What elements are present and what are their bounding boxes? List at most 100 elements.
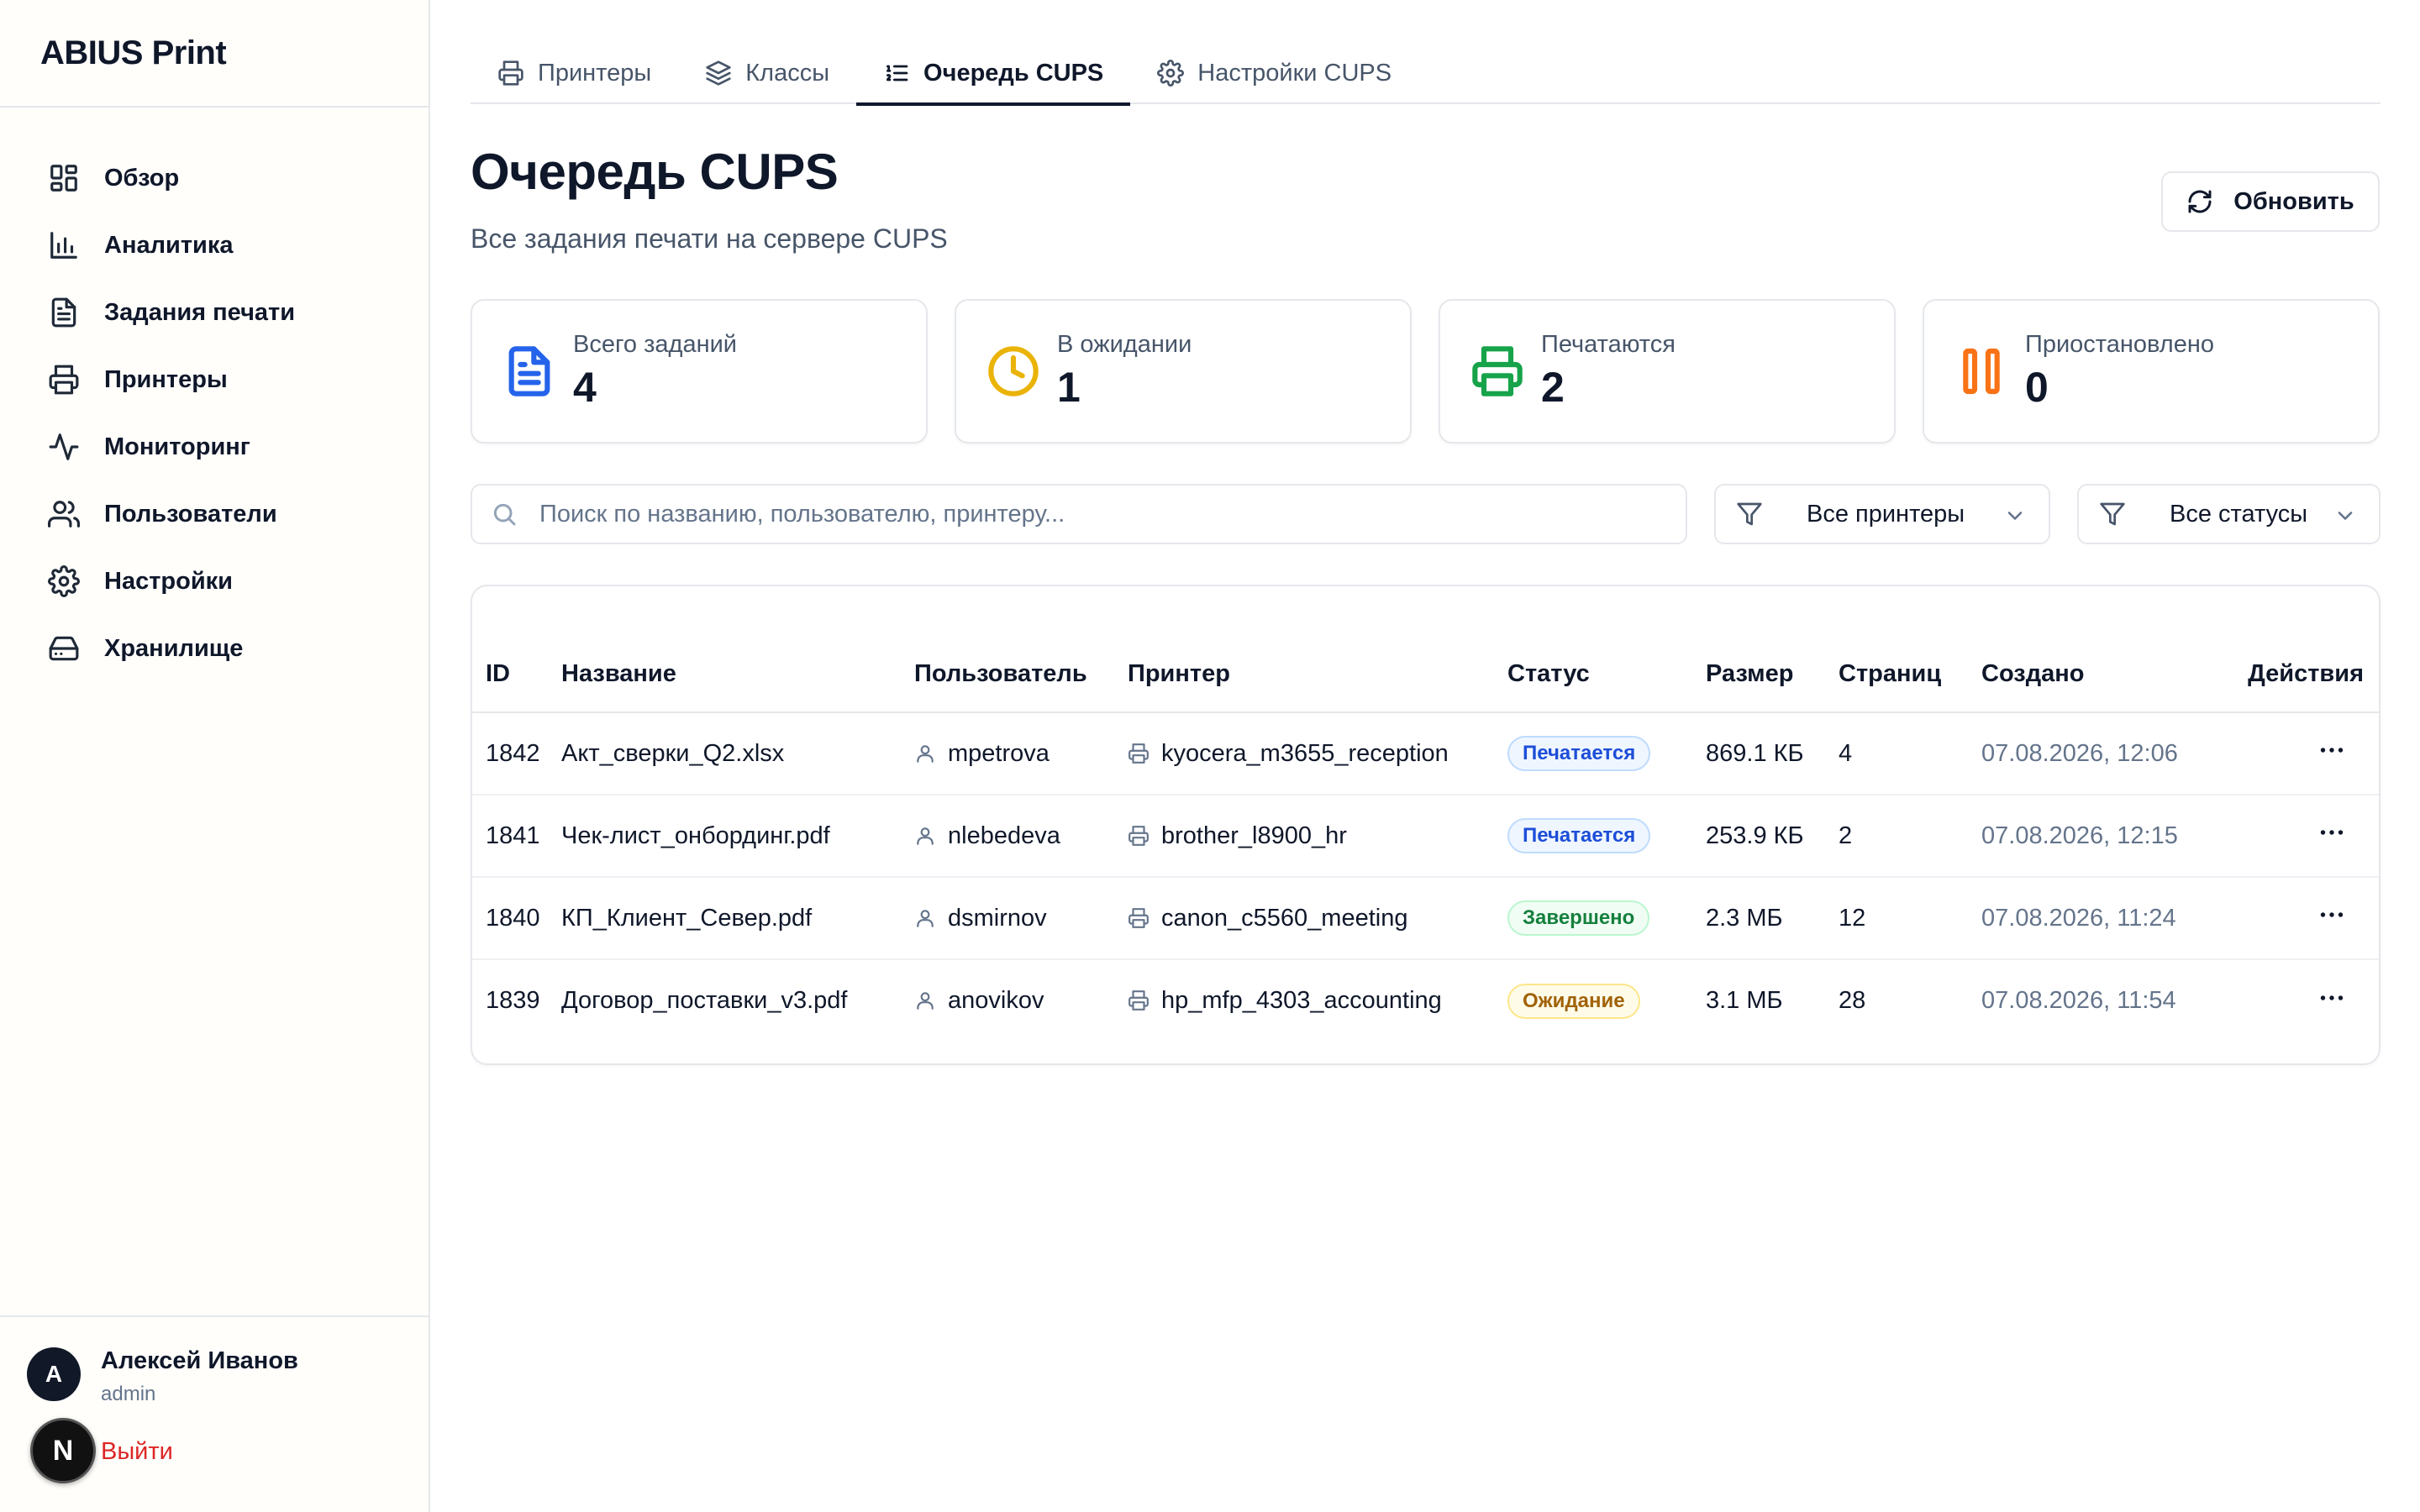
printer-icon <box>47 363 81 396</box>
job-size: 869.1 КБ <box>1706 712 1839 795</box>
tab-classes[interactable]: Классы <box>678 42 856 104</box>
tab-cups-settings[interactable]: Настройки CUPS <box>1130 42 1418 104</box>
printer-icon <box>1128 990 1150 1011</box>
job-created: 07.08.2026, 11:54 <box>1981 987 2176 1014</box>
column-header-name[interactable]: Название <box>561 637 914 713</box>
sidebar-item-label: Задания печати <box>104 298 296 326</box>
job-printer-name: brother_l8900_hr <box>1161 822 1347 849</box>
job-printer-name: canon_c5560_meeting <box>1161 904 1408 932</box>
chevron-down-icon <box>2003 504 2027 528</box>
sidebar-item-overview[interactable]: Обзор <box>0 144 429 212</box>
status-badge: Печатается <box>1507 818 1651 853</box>
table-row[interactable]: 1842 Акт_сверки_Q2.xlsx mpetrova kyocera… <box>472 712 2379 795</box>
avatar[interactable]: A <box>27 1347 81 1401</box>
tab-label: Настройки CUPS <box>1197 59 1392 87</box>
gear-icon <box>47 564 81 598</box>
stat-card-printing: Печатаются 2 <box>1439 299 1896 444</box>
printer-icon <box>1470 344 1524 398</box>
job-status: Ожидание <box>1507 959 1706 1042</box>
search-icon <box>493 503 516 526</box>
user-block: A Алексей Иванов admin N Выйти <box>0 1315 429 1512</box>
layers-icon <box>706 60 731 86</box>
sidebar-item-users[interactable]: Пользователи <box>0 480 429 548</box>
logout-button[interactable]: Выйти <box>101 1438 173 1466</box>
job-id: 1839 <box>486 987 540 1014</box>
sidebar-item-label: Настройки <box>104 567 234 595</box>
tab-cups-queue[interactable]: Очередь CUPS <box>856 42 1131 106</box>
main-content: Принтеры Классы Очередь CUPS Настройки C… <box>430 0 2420 1512</box>
page-title: Очередь CUPS <box>471 144 839 200</box>
column-header-size[interactable]: Размер <box>1706 637 1839 713</box>
sidebar-item-settings[interactable]: Настройки <box>0 548 429 615</box>
status-badge: Завершено <box>1507 900 1650 936</box>
job-name: Чек-лист_онбординг.pdf <box>561 795 914 878</box>
job-user: anovikov <box>914 959 1128 1042</box>
job-name: Договор_поставки_v3.pdf <box>561 987 848 1014</box>
stat-value: 4 <box>573 364 597 411</box>
printer-filter-select[interactable]: Все принтеры <box>1714 484 2050 544</box>
job-user-name: mpetrova <box>948 739 1050 767</box>
job-size: 2.3 МБ <box>1706 877 1839 960</box>
tab-label: Очередь CUPS <box>923 59 1104 87</box>
table-row[interactable]: 1839 Договор_поставки_v3.pdf anovikov hp… <box>472 959 2379 1042</box>
tab-printers[interactable]: Принтеры <box>471 42 678 104</box>
job-status: Печатается <box>1507 795 1706 878</box>
sidebar-item-printers[interactable]: Принтеры <box>0 346 429 413</box>
job-created: 07.08.2026, 11:24 <box>1981 877 2230 960</box>
user-icon <box>914 743 936 764</box>
column-header-user[interactable]: Пользователь <box>914 637 1128 713</box>
gear-icon <box>1157 60 1185 87</box>
refresh-button[interactable]: Обновить <box>2161 171 2380 232</box>
list-ordered-icon <box>886 65 908 81</box>
job-user-name: anovikov <box>948 987 1044 1014</box>
job-printer: kyocera_m3655_reception <box>1128 712 1507 795</box>
user-icon <box>914 825 936 847</box>
table-row[interactable]: 1840 КП_Клиент_Север.pdf dsmirnov canon_… <box>472 877 2379 960</box>
sidebar-nav: Обзор Аналитика Задания печати Принтеры … <box>0 108 429 682</box>
more-actions-icon[interactable] <box>2317 817 2347 848</box>
stat-value: 2 <box>1541 364 1565 411</box>
document-icon <box>502 344 556 398</box>
brand-logo[interactable]: ABIUS Print <box>0 0 429 108</box>
filter-icon <box>1736 501 1763 528</box>
stat-card-paused: Приостановлено 0 <box>1923 299 2380 444</box>
column-header-created[interactable]: Создано <box>1981 637 2230 713</box>
status-filter-select[interactable]: Все статусы <box>2077 484 2381 544</box>
job-user-name: dsmirnov <box>948 904 1047 932</box>
more-actions-icon[interactable] <box>2317 983 2347 1013</box>
chevron-down-icon <box>2333 504 2357 528</box>
page-subtitle: Все задания печати на сервере CUPS <box>471 223 948 254</box>
job-name: Акт_сверки_Q2.xlsx <box>561 712 914 795</box>
column-header-id[interactable]: ID <box>472 637 561 713</box>
table-row[interactable]: 1841 Чек-лист_онбординг.pdf nlebedeva br… <box>472 795 2379 878</box>
column-header-status[interactable]: Статус <box>1507 637 1706 713</box>
refresh-icon <box>2188 190 2212 213</box>
job-id: 1840 <box>472 877 561 960</box>
job-actions <box>2230 877 2379 960</box>
dashboard-icon <box>47 161 81 195</box>
table-header-row: ID Название Пользователь Принтер Статус … <box>472 637 2379 713</box>
stat-card-total: Всего заданий 4 <box>471 299 928 444</box>
job-actions <box>2230 959 2379 1042</box>
nextjs-dev-badge[interactable]: N <box>30 1418 96 1483</box>
sidebar-item-print-jobs[interactable]: Задания печати <box>0 279 429 346</box>
more-actions-icon[interactable] <box>2317 900 2347 930</box>
column-header-pages[interactable]: Страниц <box>1839 637 1981 713</box>
hard-drive-icon <box>47 632 81 665</box>
job-printer-name: kyocera_m3655_reception <box>1161 739 1449 767</box>
printer-icon <box>1128 825 1150 847</box>
stats-row: Всего заданий 4 В ожидании 1 Печатаются … <box>471 299 2380 444</box>
job-printer-name: hp_mfp_4303_accounting <box>1161 987 1442 1014</box>
status-badge: Печатается <box>1507 736 1651 771</box>
stat-value: 0 <box>2025 364 2049 411</box>
more-actions-icon[interactable] <box>2317 735 2347 765</box>
sidebar-item-analytics[interactable]: Аналитика <box>0 212 429 279</box>
sidebar-item-storage[interactable]: Хранилище <box>0 615 429 682</box>
search-input[interactable] <box>539 500 1632 528</box>
printer-icon <box>1128 907 1150 929</box>
sidebar-item-monitoring[interactable]: Мониторинг <box>0 413 429 480</box>
job-user: dsmirnov <box>914 877 1128 960</box>
column-header-printer[interactable]: Принтер <box>1128 637 1507 713</box>
printer-filter-value: Все принтеры <box>1807 500 1965 528</box>
stat-label: Печатаются <box>1541 331 1676 358</box>
